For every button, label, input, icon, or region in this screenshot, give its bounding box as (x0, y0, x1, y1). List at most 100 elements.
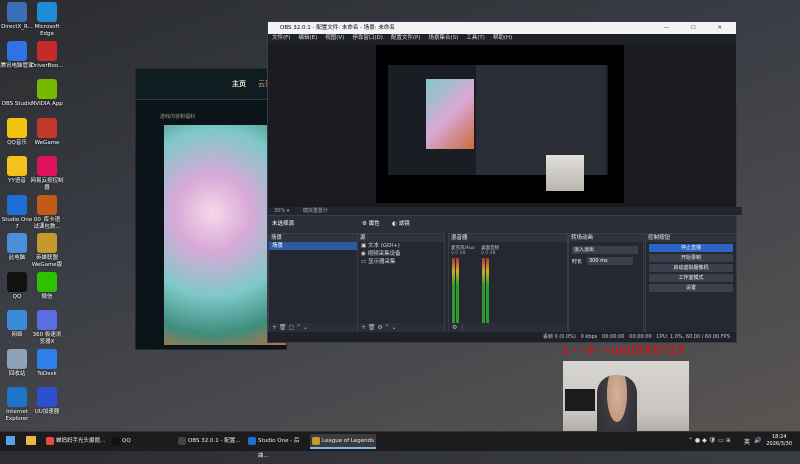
taskbar-item[interactable]: QQ (110, 434, 174, 449)
desktop-icon-label: 360 极速浏 览器X (32, 332, 62, 345)
taskbar-item-label: League of Legends (322, 438, 374, 444)
transition-select[interactable]: 淡入淡出 (572, 246, 638, 254)
menu-item[interactable]: 配置文件(P) (391, 35, 421, 41)
sources-dock: 源 ▣ 文本 (GDI+) ◉ 视频采集设备 ▭ 显示器采集 + 🗑 ⚙ ⌃ ⌄ (357, 233, 445, 333)
taskbar-app-icon (178, 437, 186, 445)
desktop-icon[interactable]: 腾讯电脑管家 (0, 40, 34, 70)
banner-title: 游戏内容和福利 (160, 114, 196, 120)
app-icon (7, 40, 27, 61)
taskbar-app-icon (312, 437, 320, 445)
desktop-icon[interactable]: 网易云按控制 器 (30, 156, 64, 192)
app-icon (37, 194, 57, 215)
taskbar: 蝉妈妈手光头摄题... QQ OBS 32.0.1 - 配置... Studio On… (0, 431, 800, 459)
settings-button[interactable]: 设置 (649, 284, 733, 292)
menu-item[interactable]: 视图(V) (325, 35, 344, 41)
desktop-icon[interactable]: 00_库卡语 试课包教... (30, 194, 64, 231)
desktop-icon[interactable]: Studio One 7 (0, 194, 34, 231)
taskbar-item-label: OBS 32.0.1 - 配置... (188, 438, 241, 444)
scene-item[interactable]: 场景 (269, 242, 357, 250)
desktop-icon-label: 此电脑 (8, 255, 26, 261)
no-source-label: 未选择源 (272, 221, 295, 227)
desktop-icon[interactable]: 此电脑 (0, 233, 34, 262)
obs-titlebar[interactable]: OBS 32.0.1 - 配置文件: 未命名 - 场景: 未命名 — ☐ ✕ (268, 22, 736, 34)
duration-input[interactable]: 300 ms (587, 257, 633, 265)
menu-item[interactable]: 文件(F) (272, 35, 290, 41)
app-icon (37, 271, 57, 292)
desktop-icon-label: UU加速器 (34, 409, 60, 415)
volume-icon[interactable]: 🔊 (754, 437, 761, 444)
desktop-icon[interactable]: 英雄联盟 WeGame版 (30, 233, 64, 269)
clock[interactable]: 18:24 2026/3/30 (766, 434, 792, 448)
desktop-icon[interactable]: 微信 (30, 271, 64, 301)
desktop-icon[interactable]: QQ音乐 (0, 117, 34, 147)
studio-mode-button[interactable]: 工作室模式 (649, 274, 733, 282)
preview-area[interactable] (268, 43, 736, 207)
app-icon (7, 233, 27, 253)
nested-webcam (546, 155, 584, 191)
desktop-icon[interactable]: 网络 (0, 310, 34, 339)
desktop-icon[interactable]: NVIDIA App (30, 79, 64, 108)
file-explorer-icon[interactable] (26, 436, 36, 445)
menu-item[interactable]: 工具(T) (466, 35, 485, 41)
preview-status: 30% ▾ 模拟重置计 (268, 207, 742, 215)
menu-item[interactable]: 场景集合(S) (428, 35, 458, 41)
desktop-icon-label: Internet Explorer (5, 409, 29, 422)
start-recording-button[interactable]: 开始录制 (649, 254, 733, 262)
mixer-toolbar[interactable]: ⚙ ⋮ (449, 323, 567, 332)
desktop-icon[interactable]: 360 极速浏 览器X (30, 310, 64, 346)
desktop-icon[interactable]: WeGame (30, 117, 64, 147)
desktop-icon[interactable]: Microsoft Edge (30, 2, 64, 38)
scenes-toolbar[interactable]: + 🗑 ▢ ⌃ ⌄ (269, 323, 357, 332)
desktop-icon-label: 00_库卡语 试课包教... (33, 216, 61, 230)
desktop-icon-label: QQ音乐 (7, 139, 27, 146)
tab-home[interactable]: 主页 (232, 79, 246, 89)
virtual-camera-button[interactable]: 启动虚拟摄像机 (649, 264, 733, 272)
menu-item[interactable]: 停靠窗口(D) (352, 35, 383, 41)
taskbar-item[interactable]: League of Legends (310, 434, 376, 449)
source-item[interactable]: ▭ 显示器采集 (358, 258, 444, 266)
desktop-icon[interactable]: Internet Explorer (0, 387, 34, 423)
tray-icons[interactable]: ⌃ ● ◆ 🛡 ▭ ⊕ (688, 437, 731, 444)
ime-indicator[interactable]: 英 (744, 437, 750, 446)
desktop-icon[interactable]: OBS Studio (0, 79, 34, 108)
controls-title: 控制按钮 (646, 234, 736, 242)
duration-label: 时长 (572, 259, 583, 265)
taskbar-item[interactable]: 蝉妈妈手光头摄题... (44, 434, 108, 449)
app-icon (7, 194, 27, 215)
desktop-icon-label: 英雄联盟 WeGame版 (31, 255, 63, 268)
app-icon (7, 156, 27, 176)
desktop-icon[interactable]: 回收站 (0, 348, 34, 378)
preview-canvas[interactable] (376, 45, 624, 203)
desktop-icon[interactable]: YY语音 (0, 156, 34, 185)
mic-meter (456, 258, 459, 326)
properties-button[interactable]: ⚙ 属性 (362, 216, 380, 233)
desktop-icon[interactable]: UU加速器 (30, 387, 64, 416)
taskbar-item[interactable]: Studio One - 后曲... (246, 434, 308, 459)
mic-level: 0.0 dB (451, 251, 466, 256)
taskbar-item[interactable]: OBS 32.0.1 - 配置... (176, 434, 244, 449)
sources-title: 源 (358, 234, 444, 242)
source-item[interactable]: ▣ 文本 (GDI+) (358, 242, 444, 250)
source-item[interactable]: ◉ 视频采集设备 (358, 250, 444, 258)
menu-item[interactable]: 编辑(E) (298, 35, 317, 41)
transitions-dock: 转场动画 淡入淡出 时长 300 ms (568, 233, 644, 333)
start-button[interactable] (6, 436, 15, 445)
sources-toolbar[interactable]: + 🗑 ⚙ ⌃ ⌄ (358, 323, 444, 332)
window-controls[interactable]: — ☐ ✕ (663, 22, 732, 34)
desktop-icon[interactable]: QQ (0, 271, 34, 301)
desktop-icon-label: QQ (12, 293, 22, 300)
scenes-title: 场景 (269, 234, 357, 242)
filters-button[interactable]: ◐ 滤镜 (392, 216, 410, 233)
app-icon (37, 2, 57, 22)
menu-item[interactable]: 帮助(H) (493, 35, 512, 41)
league-window[interactable]: 主页 云顶 游戏内容和福利 (135, 68, 287, 350)
desktop-icon[interactable]: ToDesk (30, 348, 64, 378)
desktop-icon[interactable]: DirectX_R... (0, 2, 34, 31)
app-icon (37, 348, 57, 369)
stop-stream-button[interactable]: 停止直播 (649, 244, 733, 252)
clock-date: 2026/3/30 (766, 441, 792, 447)
taskbar-app-icon (248, 437, 256, 445)
obs-window[interactable]: OBS 32.0.1 - 配置文件: 未命名 - 场景: 未命名 — ☐ ✕ 文… (267, 21, 742, 343)
desktop-icon[interactable]: DriverBoo... (30, 40, 64, 70)
desktop-icon-label: DriverBoo... (30, 62, 64, 69)
